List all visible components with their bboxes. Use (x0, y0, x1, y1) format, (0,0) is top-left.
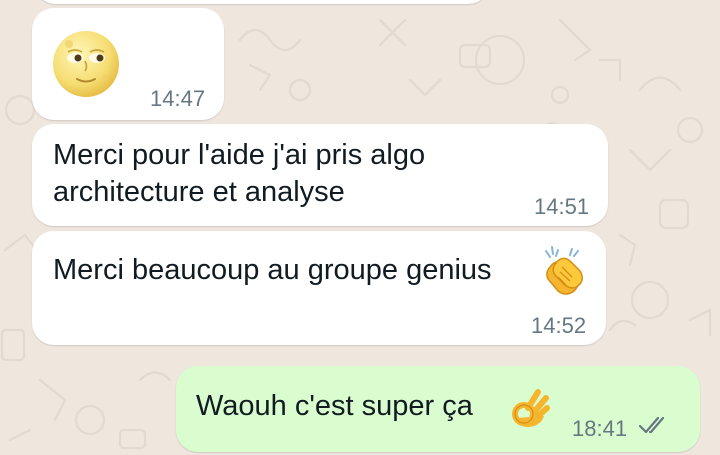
message-text-line: Merci pour l'aide j'ai pris algo (53, 139, 426, 171)
message-timestamp: 14:51 (534, 194, 590, 219)
message-text-line: architecture et analyse (53, 176, 345, 208)
moon-face-emoji-icon (53, 31, 119, 97)
message-bubble-incoming[interactable]: 14:47 (32, 8, 224, 120)
clapping-hands-emoji-icon (545, 246, 583, 295)
message-bubble-outgoing[interactable]: Waouh c'est super ça 18:41 (176, 366, 700, 452)
message-bubble-incoming[interactable]: Merci beaucoup au groupe genius 14:52 (32, 231, 606, 345)
read-receipt-double-check-icon (638, 416, 665, 434)
message-text: Merci beaucoup au groupe genius (53, 254, 492, 286)
message-timestamp: 18:41 (572, 416, 628, 441)
message-timestamp: 14:47 (150, 86, 206, 111)
previous-message-bubble (34, 0, 490, 4)
message-text: Waouh c'est super ça (196, 390, 473, 422)
ok-hand-emoji-icon (512, 389, 550, 427)
message-bubble-incoming[interactable]: Merci pour l'aide j'ai pris algo archite… (32, 124, 608, 226)
message-timestamp: 14:52 (531, 313, 587, 338)
